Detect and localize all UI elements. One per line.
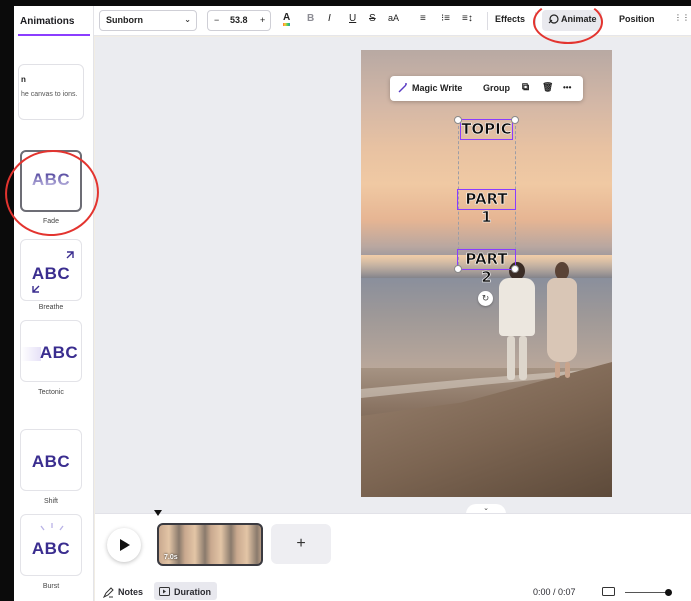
notes-button[interactable]: Notes xyxy=(118,587,143,597)
underline-button[interactable]: U xyxy=(349,13,356,24)
effect-label: Tectonic xyxy=(38,389,64,396)
woman-leg xyxy=(565,362,570,378)
panel-title: Animations xyxy=(20,16,75,27)
timecode: 0:00 / 0:07 xyxy=(533,587,576,597)
effect-label: Burst xyxy=(42,583,60,590)
resize-handle[interactable] xyxy=(454,116,462,124)
magic-write-button[interactable]: Magic Write xyxy=(412,83,462,93)
effect-preview: ABC xyxy=(31,452,71,471)
text-color-button[interactable]: A xyxy=(283,12,291,26)
align-icon[interactable]: ≡ xyxy=(420,13,426,24)
rotate-icon[interactable]: ↻ xyxy=(478,291,493,306)
letter-case-button[interactable]: aA xyxy=(388,13,399,23)
fit-screen-icon[interactable] xyxy=(602,587,615,596)
woman-leg xyxy=(555,362,560,378)
app-window: Animations n he canvas to ions. ABC Fade… xyxy=(0,0,691,601)
effects-button[interactable]: Effects xyxy=(495,14,525,24)
effect-label: Shift xyxy=(43,498,58,505)
toolbar-divider xyxy=(487,12,488,30)
annotation-circle-animate xyxy=(533,0,603,44)
resize-handle[interactable] xyxy=(454,265,462,273)
position-button[interactable]: Position xyxy=(619,14,655,24)
group-button[interactable]: Group xyxy=(483,83,510,93)
zoom-slider-handle[interactable] xyxy=(665,589,672,596)
text-color-icon: A xyxy=(283,12,291,23)
hint-card: n he canvas to ions. xyxy=(18,64,84,120)
playhead[interactable] xyxy=(154,510,162,516)
man-shirt xyxy=(499,278,535,336)
video-clip[interactable]: 7.0s xyxy=(157,523,263,566)
list-icon[interactable]: ⁝≡ xyxy=(441,13,450,24)
man-leg xyxy=(507,336,515,380)
bold-button[interactable]: B xyxy=(307,13,314,24)
text-topic-content: TOPIC xyxy=(461,120,512,139)
italic-button[interactable]: I xyxy=(328,13,331,24)
panel-tab-indicator xyxy=(18,34,90,36)
font-name: Sunborn xyxy=(106,15,143,25)
text-topic[interactable]: TOPIC xyxy=(460,119,513,140)
increase-size-button[interactable]: + xyxy=(260,15,265,25)
hint-text: he canvas to ions. xyxy=(21,91,78,98)
duplicate-icon[interactable]: ⧉ xyxy=(522,82,529,93)
clip-duration: 7.0s xyxy=(164,554,178,561)
timeline-panel: 7.0s + Notes Duration 0:00 / 0:07 xyxy=(95,510,691,601)
floating-toolbar: Magic Write Group ⧉ 🗑 ••• xyxy=(390,76,583,101)
font-dropdown[interactable]: Sunborn ⌄ xyxy=(99,10,197,31)
more-options-icon[interactable]: ⋮⋮ xyxy=(674,13,690,22)
decrease-size-button[interactable]: − xyxy=(214,15,219,25)
effect-tectonic[interactable]: ABC xyxy=(20,320,82,382)
effect-preview: ABC xyxy=(31,539,71,558)
resize-handle[interactable] xyxy=(511,265,519,273)
zoom-slider-track[interactable] xyxy=(625,592,669,593)
play-icon xyxy=(120,539,130,551)
effect-shift[interactable]: ABC xyxy=(20,429,82,491)
more-icon[interactable]: ••• xyxy=(563,83,571,92)
play-button[interactable] xyxy=(107,528,141,562)
hint-heading: n xyxy=(21,75,26,84)
font-size-value[interactable]: 53.8 xyxy=(230,15,248,25)
spacing-icon[interactable]: ≡↕ xyxy=(462,13,473,24)
effect-label: Breathe xyxy=(38,304,64,311)
chevron-down-icon: ⌄ xyxy=(184,15,191,24)
window-edge-left xyxy=(0,0,14,601)
resize-handle[interactable] xyxy=(511,116,519,124)
notes-icon[interactable] xyxy=(103,587,114,598)
expand-arrows-icon xyxy=(32,251,74,293)
trash-icon[interactable]: 🗑 xyxy=(542,82,553,93)
magic-wand-icon[interactable] xyxy=(397,82,409,94)
text-part-1[interactable]: PART 1 xyxy=(457,189,516,226)
duration-icon xyxy=(159,587,170,596)
font-size-stepper: − 53.8 + xyxy=(207,10,271,31)
add-page-button[interactable]: + xyxy=(271,524,331,564)
man-leg xyxy=(519,336,527,380)
animations-panel: Animations n he canvas to ions. ABC Fade… xyxy=(14,6,94,601)
effect-preview: ABC xyxy=(39,343,79,362)
effect-breathe[interactable]: ABC xyxy=(20,239,82,301)
woman-dress xyxy=(547,278,577,362)
duration-label: Duration xyxy=(174,587,211,597)
strikethrough-button[interactable]: S xyxy=(369,13,376,24)
duration-button[interactable]: Duration xyxy=(154,582,217,600)
effect-burst[interactable]: ABC xyxy=(20,514,82,576)
text-part-2[interactable]: PART 2 xyxy=(457,249,516,286)
